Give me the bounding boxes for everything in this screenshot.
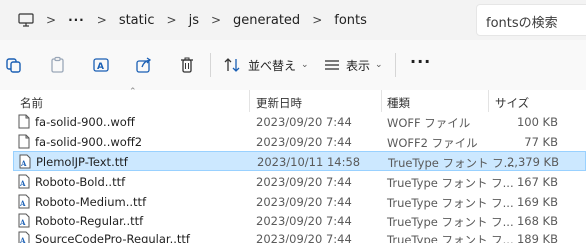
file-type: TrueType フォント フ... xyxy=(387,215,514,229)
breadcrumb-generated[interactable]: generated xyxy=(233,13,300,28)
file-date: 2023/10/11 14:58 xyxy=(257,155,361,169)
view-button[interactable]: 表示 ⌄ xyxy=(324,54,383,76)
column-size-header[interactable]: サイズ xyxy=(495,95,529,111)
file-size: 167 KB xyxy=(516,175,558,189)
file-type: TrueType フォント フ... xyxy=(388,156,515,170)
file-size: 100 KB xyxy=(516,115,558,129)
font-file-icon: A xyxy=(18,174,30,189)
this-pc-icon[interactable] xyxy=(18,13,34,27)
delete-icon[interactable] xyxy=(178,56,196,74)
file-size: 169 KB xyxy=(516,195,558,209)
command-bar: A 並べ替え ⌄ 表示 ⌄ ··· xyxy=(0,40,586,90)
column-divider[interactable] xyxy=(381,90,382,112)
chevron-right-icon[interactable]: > xyxy=(167,13,177,27)
file-name: SourceCodePro-Regular..ttf xyxy=(35,232,190,243)
file-row[interactable]: fa-solid-900..woff 2023/09/20 7:44 WOFF … xyxy=(13,112,586,132)
file-name: Roboto-Regular..ttf xyxy=(35,214,144,228)
sort-label: 並べ替え xyxy=(248,58,297,73)
file-name: PlemolJP-Text.ttf xyxy=(36,155,128,169)
more-options-button[interactable]: ··· xyxy=(410,52,431,71)
document-icon xyxy=(18,134,30,149)
file-type: WOFF2 ファイル xyxy=(387,136,478,150)
svg-text:A: A xyxy=(19,236,26,243)
view-label: 表示 xyxy=(346,58,371,73)
svg-text:A: A xyxy=(19,199,26,208)
file-date: 2023/09/20 7:44 xyxy=(256,115,352,129)
file-row-selected[interactable]: A PlemolJP-Text.ttf 2023/10/11 14:58 Tru… xyxy=(13,151,586,171)
sort-ascending-icon: ⌃ xyxy=(129,87,137,97)
font-file-icon: A xyxy=(18,231,30,243)
file-row[interactable]: A Roboto-Regular..ttf 2023/09/20 7:44 Tr… xyxy=(13,211,586,231)
chevron-down-icon: ⌄ xyxy=(301,60,309,70)
document-icon xyxy=(18,114,30,129)
toolbar-divider xyxy=(210,53,211,77)
file-row[interactable]: A SourceCodePro-Regular..ttf 2023/09/20 … xyxy=(13,229,586,243)
file-name: fa-solid-900..woff2 xyxy=(35,135,143,149)
column-type-header[interactable]: 種類 xyxy=(387,95,410,111)
file-type: TrueType フォント フ... xyxy=(387,233,514,243)
file-date: 2023/09/20 7:44 xyxy=(256,232,352,243)
file-type: TrueType フォント フ... xyxy=(387,176,514,190)
sort-icon xyxy=(224,58,240,72)
file-row[interactable]: A Roboto-Medium..ttf 2023/09/20 7:44 Tru… xyxy=(13,192,586,212)
file-size: 2,379 KB xyxy=(506,155,559,169)
chevron-right-icon[interactable]: > xyxy=(312,13,322,27)
breadcrumb-fonts[interactable]: fonts xyxy=(334,13,367,28)
chevron-right-icon[interactable]: > xyxy=(97,13,107,27)
address-bar: > ··· > static > js > generated > fonts … xyxy=(0,0,586,40)
file-row[interactable]: fa-solid-900..woff2 2023/09/20 7:44 WOFF… xyxy=(13,132,586,152)
font-file-icon: A xyxy=(19,154,31,169)
breadcrumb-js[interactable]: js xyxy=(189,13,199,28)
view-icon xyxy=(325,60,339,70)
cut-icon[interactable] xyxy=(5,56,23,74)
font-file-icon: A xyxy=(18,213,30,228)
file-name: fa-solid-900..woff xyxy=(35,115,135,129)
breadcrumb: > ··· > static > js > generated > fonts xyxy=(18,9,367,31)
share-icon[interactable] xyxy=(135,56,153,74)
file-date: 2023/09/20 7:44 xyxy=(256,214,352,228)
svg-text:A: A xyxy=(20,159,27,168)
search-input[interactable]: fontsの検索 xyxy=(476,4,586,36)
column-divider[interactable] xyxy=(249,90,250,112)
breadcrumb-overflow[interactable]: ··· xyxy=(68,13,85,27)
chevron-right-icon[interactable]: > xyxy=(211,13,221,27)
file-row[interactable]: A Roboto-Bold..ttf 2023/09/20 7:44 TrueT… xyxy=(13,172,586,192)
sort-button[interactable]: 並べ替え ⌄ xyxy=(224,54,309,76)
column-divider[interactable] xyxy=(488,90,489,112)
file-size: 189 KB xyxy=(516,232,558,243)
file-size: 168 KB xyxy=(516,214,558,228)
file-type: TrueType フォント フ... xyxy=(387,196,514,210)
chevron-down-icon: ⌄ xyxy=(375,60,383,70)
chevron-right-icon[interactable]: > xyxy=(46,13,56,27)
breadcrumb-static[interactable]: static xyxy=(119,13,155,28)
column-header-row: ⌃ 名前 更新日時 種類 サイズ xyxy=(0,87,586,112)
font-file-icon: A xyxy=(18,194,30,209)
column-date-header[interactable]: 更新日時 xyxy=(256,95,302,111)
svg-text:A: A xyxy=(19,218,26,227)
svg-text:A: A xyxy=(19,179,26,188)
file-type: WOFF ファイル xyxy=(387,116,471,130)
file-name: Roboto-Bold..ttf xyxy=(35,175,126,189)
paste-icon[interactable] xyxy=(49,56,67,74)
file-date: 2023/09/20 7:44 xyxy=(256,175,352,189)
rename-icon[interactable]: A xyxy=(92,56,110,74)
file-date: 2023/09/20 7:44 xyxy=(256,135,352,149)
svg-text:A: A xyxy=(97,62,104,72)
file-name: Roboto-Medium..ttf xyxy=(35,195,147,209)
file-date: 2023/09/20 7:44 xyxy=(256,195,352,209)
toolbar-divider xyxy=(395,53,396,77)
column-name-header[interactable]: 名前 xyxy=(20,95,43,111)
file-size: 77 KB xyxy=(524,135,558,149)
